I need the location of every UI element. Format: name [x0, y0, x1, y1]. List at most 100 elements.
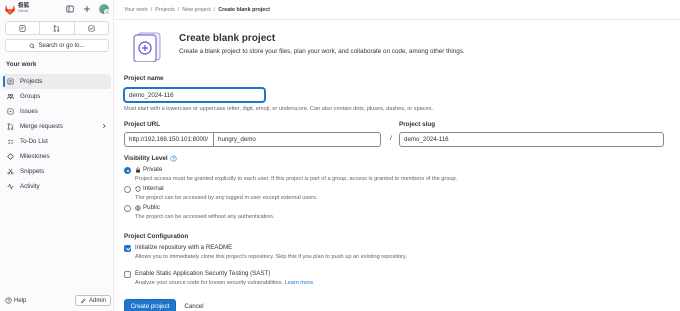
project-slug-input[interactable]: demo_2024-116	[399, 132, 664, 147]
merge-request-count-icon	[54, 24, 60, 32]
chevron-right-icon	[103, 123, 106, 129]
sidebar-item-projects[interactable]: Projects	[3, 74, 111, 89]
page-title: Create blank project	[179, 33, 276, 44]
sidebar-item-label: Issues	[20, 108, 38, 115]
project-name-input[interactable]: demo_2024-116	[124, 88, 265, 102]
project-name-help: Must start with a lowercase or uppercase…	[124, 106, 434, 112]
sidebar-item-issues[interactable]: Issues	[3, 104, 111, 119]
earth-icon	[135, 204, 141, 211]
merge-requests-counter[interactable]	[40, 22, 75, 34]
group-icon	[7, 93, 14, 100]
init-readme-label[interactable]: Initialize repository with a README	[135, 244, 232, 251]
sidebar-item-label: Milestones	[20, 153, 50, 160]
question-icon	[5, 297, 12, 304]
sidebar-item-activity[interactable]: Activity	[3, 179, 111, 194]
option-label: Public	[143, 204, 160, 211]
logo-text: 极狐 GitLab	[18, 3, 29, 14]
project-name-value: demo_2024-116	[129, 91, 174, 99]
visibility-label-text: Visibility Level	[124, 155, 168, 162]
learn-more-link[interactable]: Learn more.	[285, 280, 315, 286]
issues-counter[interactable]	[6, 22, 41, 34]
visibility-private-option[interactable]: Private	[135, 166, 162, 173]
visibility-public-option[interactable]: Public	[135, 204, 160, 211]
search-label: Search or go to...	[38, 42, 85, 49]
question-icon[interactable]	[170, 155, 177, 162]
url-separator: /	[390, 135, 392, 142]
sast-desc: Analyze your source code for known secur…	[135, 280, 283, 286]
option-label: Internal	[143, 185, 164, 192]
option-label: Private	[143, 166, 163, 173]
sidebar-item-todo-list[interactable]: To-Do List	[3, 134, 111, 149]
visibility-internal-desc: The project can be accessed by any logge…	[135, 195, 318, 201]
sidebar-header: 极狐 GitLab	[0, 0, 113, 18]
admin-icon	[81, 297, 86, 303]
project-slug-value: demo_2024-116	[404, 136, 449, 143]
namespace-value: hungry_demo	[218, 136, 256, 143]
lock-icon	[136, 166, 140, 173]
url-prefix-text: http://192.168.150.101:8000/	[129, 136, 209, 143]
project-slug-label: Project slug	[399, 121, 436, 128]
avatar[interactable]	[99, 4, 110, 15]
visibility-public-radio[interactable]	[124, 205, 131, 212]
help-label: Help	[14, 297, 27, 304]
namespace-select[interactable]: hungry_demo	[214, 132, 381, 147]
visibility-internal-option[interactable]: Internal	[135, 185, 164, 192]
sidebar-item-snippets[interactable]: Snippets	[3, 164, 111, 179]
breadcrumb-current: Create blank project	[218, 7, 271, 13]
help-button[interactable]: Help	[5, 297, 26, 304]
breadcrumb: Your work / Projects / New project / Create…	[124, 7, 271, 13]
gitlab-logo-icon[interactable]	[4, 4, 16, 15]
project-url-label: Project URL	[124, 121, 161, 128]
logo-subtext: GitLab	[18, 9, 29, 13]
shield-icon	[135, 185, 141, 192]
visibility-internal-radio[interactable]	[124, 186, 131, 193]
main-content: Your work / Projects / New project / Create…	[115, 0, 680, 311]
create-project-button[interactable]: Create project	[124, 299, 176, 311]
issue-count-icon	[19, 24, 26, 32]
init-readme-checkbox[interactable]	[124, 245, 131, 252]
project-configuration-label: Project Configuration	[124, 233, 189, 240]
breadcrumb-item[interactable]: Your work	[124, 7, 148, 13]
search-icon	[30, 43, 35, 48]
sidebar-item-label: Activity	[20, 183, 40, 190]
visibility-private-radio[interactable]	[124, 167, 131, 174]
plus-icon[interactable]	[82, 4, 92, 14]
breadcrumb-item[interactable]: New project	[182, 7, 210, 13]
visibility-public-desc: The project can be accessed without any …	[135, 214, 275, 220]
sidebar-item-groups[interactable]: Groups	[3, 89, 111, 104]
snippet-icon	[7, 168, 14, 175]
project-icon	[7, 78, 14, 85]
admin-label: Admin	[88, 297, 106, 304]
sidebar-nav: Projects Groups Issues Merge requests To…	[3, 74, 111, 194]
milestone-icon	[7, 153, 14, 160]
visibility-label: Visibility Level	[124, 155, 177, 162]
issues-icon	[7, 108, 14, 115]
sast-checkbox[interactable]	[124, 271, 131, 278]
breadcrumb-item[interactable]: Projects	[155, 7, 174, 13]
sidebar-counters	[5, 21, 109, 35]
activity-icon	[7, 183, 14, 190]
todos-counter[interactable]	[75, 22, 108, 34]
search-button[interactable]: Search or go to...	[5, 39, 109, 52]
divider	[115, 19, 680, 20]
sidebar: 极狐 GitLab Search or go to... Your work P…	[0, 0, 114, 311]
sidebar-item-merge-requests[interactable]: Merge requests	[3, 119, 111, 134]
project-name-label: Project name	[124, 75, 164, 82]
page-description: Create a blank project to store your fil…	[179, 48, 465, 55]
cancel-button[interactable]: Cancel	[179, 299, 209, 311]
sidebar-section-title: Your work	[6, 61, 37, 68]
sast-label[interactable]: Enable Static Application Security Testi…	[135, 270, 270, 277]
sidebar-item-milestones[interactable]: Milestones	[3, 149, 111, 164]
merge-request-icon	[7, 123, 14, 130]
sidebar-item-label: Merge requests	[20, 123, 63, 130]
sidebar-toggle-icon[interactable]	[65, 4, 75, 14]
blank-project-illustration-icon	[129, 31, 165, 63]
sidebar-item-label: Snippets	[20, 168, 45, 175]
sidebar-item-label: To-Do List	[20, 138, 48, 145]
todo-icon	[8, 139, 14, 144]
sast-desc-wrap: Analyze your source code for known secur…	[135, 280, 315, 286]
url-prefix: http://192.168.150.101:8000/	[124, 132, 214, 147]
sidebar-item-label: Projects	[20, 78, 43, 85]
sidebar-item-label: Groups	[20, 93, 41, 100]
admin-button[interactable]: Admin	[74, 295, 111, 306]
